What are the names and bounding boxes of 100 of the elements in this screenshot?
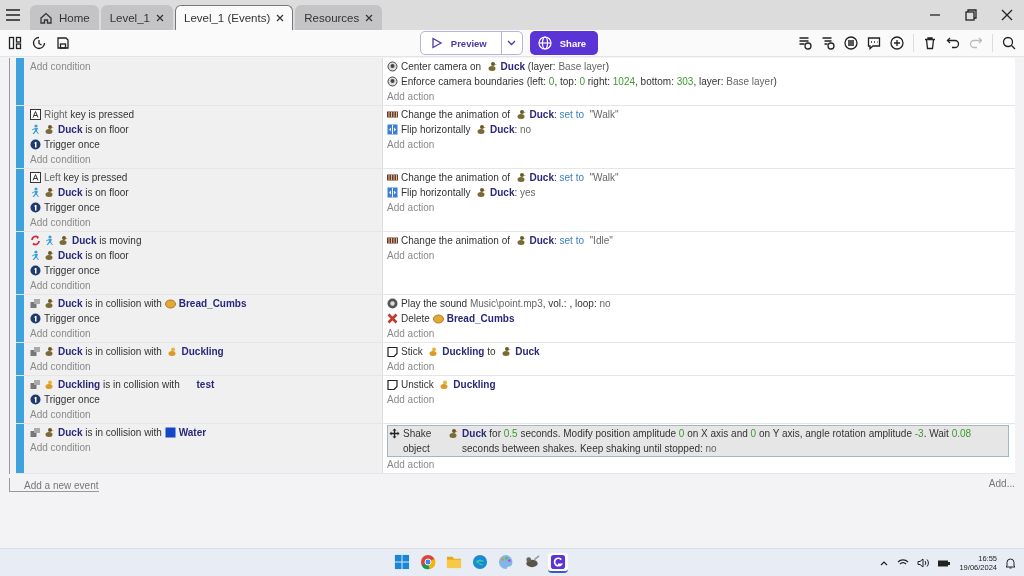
comment-icon[interactable] <box>867 36 881 50</box>
keyboard-key-icon <box>30 109 41 120</box>
add-condition-link[interactable]: Add condition <box>30 326 376 341</box>
duck-icon <box>44 250 55 261</box>
add-action-link[interactable]: Add action <box>387 200 1011 215</box>
maximize-icon[interactable] <box>964 8 978 22</box>
layout-icon[interactable] <box>8 36 22 50</box>
bell-icon <box>1005 556 1016 569</box>
action-text: Play the sound Music\point.mp3, vol.: , loop: no <box>401 297 611 311</box>
duck-icon <box>515 109 527 120</box>
duck-icon <box>44 124 55 135</box>
number-one-icon <box>30 202 41 213</box>
action-text: Bread_Cumbs <box>446 312 515 326</box>
app-logo-icon[interactable] <box>547 552 568 573</box>
duck-icon <box>44 187 55 198</box>
add-event-icon[interactable] <box>798 36 812 50</box>
add-condition-link[interactable]: Add condition <box>30 359 376 374</box>
number-one-icon <box>30 313 41 324</box>
running-figure-icon <box>44 235 55 246</box>
action-text: Duck: no <box>490 123 532 137</box>
running-figure-icon <box>30 187 41 198</box>
search-icon[interactable] <box>1002 36 1016 50</box>
duckling-icon <box>44 379 55 390</box>
speaker-icon <box>387 298 398 309</box>
blocks-icon <box>30 298 41 309</box>
number-one-icon <box>30 265 41 276</box>
running-figure-icon <box>30 250 41 261</box>
tab[interactable]: Level_1 (Events) <box>175 5 294 30</box>
close-icon[interactable] <box>156 14 164 22</box>
condition-text: Trigger once <box>44 264 100 278</box>
duck-icon <box>44 298 55 309</box>
delete-icon[interactable] <box>923 36 937 50</box>
duck-icon <box>486 61 498 72</box>
add-action-link[interactable]: Add action <box>387 392 1011 407</box>
add-action-link[interactable]: Add action <box>387 326 1011 341</box>
action-text: Center camera on <box>401 60 483 74</box>
duck-icon <box>448 428 460 439</box>
volume-icon <box>917 557 930 568</box>
close-icon[interactable] <box>276 14 285 22</box>
flip-icon <box>387 124 398 135</box>
blocks-icon <box>30 379 41 390</box>
add-sub-event-icon[interactable] <box>821 36 835 50</box>
action-text: Change the animation of <box>401 234 511 248</box>
duck-icon <box>501 346 513 357</box>
duck-icon <box>515 172 527 183</box>
bread-icon <box>164 298 176 309</box>
add-condition-link[interactable]: Add condition <box>30 59 376 74</box>
number-one-icon <box>30 139 41 150</box>
group-icon[interactable] <box>844 36 858 50</box>
close-icon[interactable] <box>1000 8 1014 22</box>
condition-text: Left key is pressed <box>44 171 128 185</box>
condition-text: Duckling is in collision with <box>58 378 181 392</box>
add-condition-link[interactable]: Add condition <box>30 407 376 422</box>
condition-text: test <box>196 378 215 392</box>
add-action-link[interactable]: Add action <box>387 137 1011 152</box>
add-condition-link[interactable]: Add condition <box>30 152 376 167</box>
add-condition-link[interactable]: Add condition <box>30 215 376 230</box>
add-menu-link[interactable]: Add... <box>988 478 1015 492</box>
condition-text: Trigger once <box>44 201 100 215</box>
condition-text: Duck is moving <box>72 234 142 248</box>
tab[interactable]: Level_1 <box>100 5 173 30</box>
action-text: Shake object <box>403 427 433 456</box>
note-icon <box>387 346 398 357</box>
menu-icon[interactable] <box>6 9 20 21</box>
film-strip-icon <box>387 235 398 246</box>
add-action-link[interactable]: Add action <box>387 248 1011 263</box>
undo-icon[interactable] <box>946 36 960 50</box>
tab[interactable]: Resources <box>295 5 383 30</box>
condition-text: Bread_Cumbs <box>178 297 247 311</box>
share-button[interactable]: Share <box>529 31 599 55</box>
number-one-icon <box>30 394 41 405</box>
add-action-link[interactable]: Add action <box>387 457 1011 472</box>
action-text: Duckling <box>453 378 496 392</box>
save-icon[interactable] <box>56 36 70 50</box>
action-text: Duckling to <box>442 345 497 359</box>
tab[interactable]: Home <box>30 5 99 30</box>
condition-text: Trigger once <box>44 312 100 326</box>
add-event-link[interactable]: Add a new event <box>9 478 99 492</box>
move-arrows-icon <box>389 428 400 439</box>
action-text: Change the animation of <box>401 108 511 122</box>
add-icon[interactable] <box>890 36 904 50</box>
action-text: Unstick <box>401 378 435 392</box>
cross-icon <box>387 313 398 324</box>
history-icon[interactable] <box>32 36 46 50</box>
add-condition-link[interactable]: Add condition <box>30 440 376 455</box>
duck-icon <box>476 187 488 198</box>
duck-icon <box>476 124 488 135</box>
close-icon[interactable] <box>365 14 374 22</box>
action-text: Enforce camera boundaries (left: 0, top: 0 right: 1024, bottom: 303, layer: Base layer) <box>401 75 777 89</box>
action-text: Flip horizontally <box>401 123 472 137</box>
condition-text: Duck is in collision with <box>58 426 163 440</box>
flip-icon <box>387 187 398 198</box>
add-action-link[interactable]: Add action <box>387 89 1011 104</box>
condition-text: Trigger once <box>44 393 100 407</box>
condition-text: Duck is in collision with <box>58 345 163 359</box>
globe-icon <box>537 36 552 50</box>
add-action-link[interactable]: Add action <box>387 359 1011 374</box>
add-condition-link[interactable]: Add condition <box>30 278 376 293</box>
action-text: Change the animation of <box>401 171 511 185</box>
action-text: Duck: set to "Walk" <box>529 108 619 122</box>
